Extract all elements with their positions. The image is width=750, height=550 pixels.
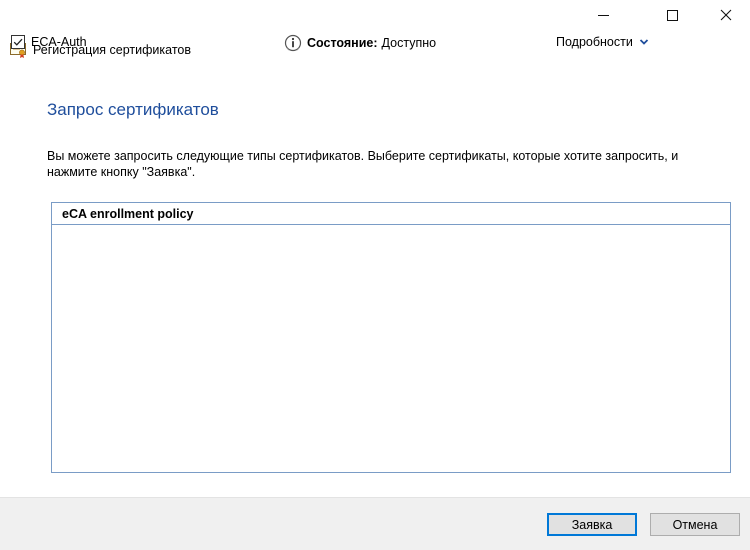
status-value: Доступно [381,36,437,50]
instructions-text: Вы можете запросить следующие типы серти… [47,149,679,179]
cert-template-name: ECA-Auth [31,35,87,49]
page-title: Запрос сертификатов [47,100,219,119]
enrollment-policy-panel: eCA enrollment policy [51,202,731,473]
status-info: Состояние: Доступно [283,33,436,53]
close-button[interactable] [703,0,749,30]
cancel-button[interactable]: Отмена [650,513,740,536]
close-icon [720,9,732,21]
enroll-button[interactable]: Заявка [547,513,637,536]
eca-auth-checkbox[interactable] [11,35,25,49]
maximize-icon [666,9,678,21]
info-status-icon [284,34,302,52]
chevron-down-icon [639,39,648,45]
footer-bar [0,497,750,550]
title-bar [0,0,750,30]
maximize-button[interactable] [649,0,695,30]
checkmark-icon [13,38,23,46]
minimize-icon [597,14,609,16]
status-label: Состояние: [307,36,378,50]
details-toggle[interactable]: Подробности [556,35,649,49]
details-label: Подробности [556,35,633,49]
minimize-button[interactable] [580,0,626,30]
policy-header: eCA enrollment policy [52,203,730,225]
